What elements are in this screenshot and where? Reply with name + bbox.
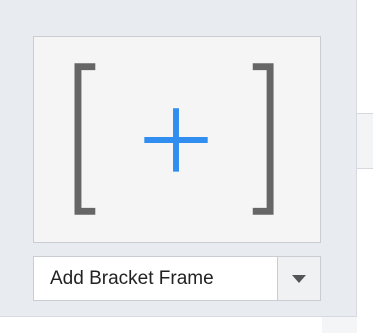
- add-bracket-frame-button[interactable]: Add Bracket Frame: [33, 256, 277, 301]
- left-bracket-icon: [74, 63, 96, 215]
- bottom-edge-strip: [322, 317, 357, 333]
- side-panel-edge: [357, 113, 373, 169]
- bracket-frame-preview[interactable]: [33, 36, 321, 243]
- bracket-frame-add-icon: [74, 63, 274, 215]
- dropdown-toggle-button[interactable]: [277, 256, 321, 301]
- frame-panel: Add Bracket Frame: [0, 0, 357, 317]
- right-bracket-icon: [252, 63, 274, 215]
- stage: Add Bracket Frame: [0, 0, 373, 333]
- add-bracket-frame-dropdown[interactable]: Add Bracket Frame: [33, 256, 321, 301]
- chevron-down-icon: [292, 274, 306, 283]
